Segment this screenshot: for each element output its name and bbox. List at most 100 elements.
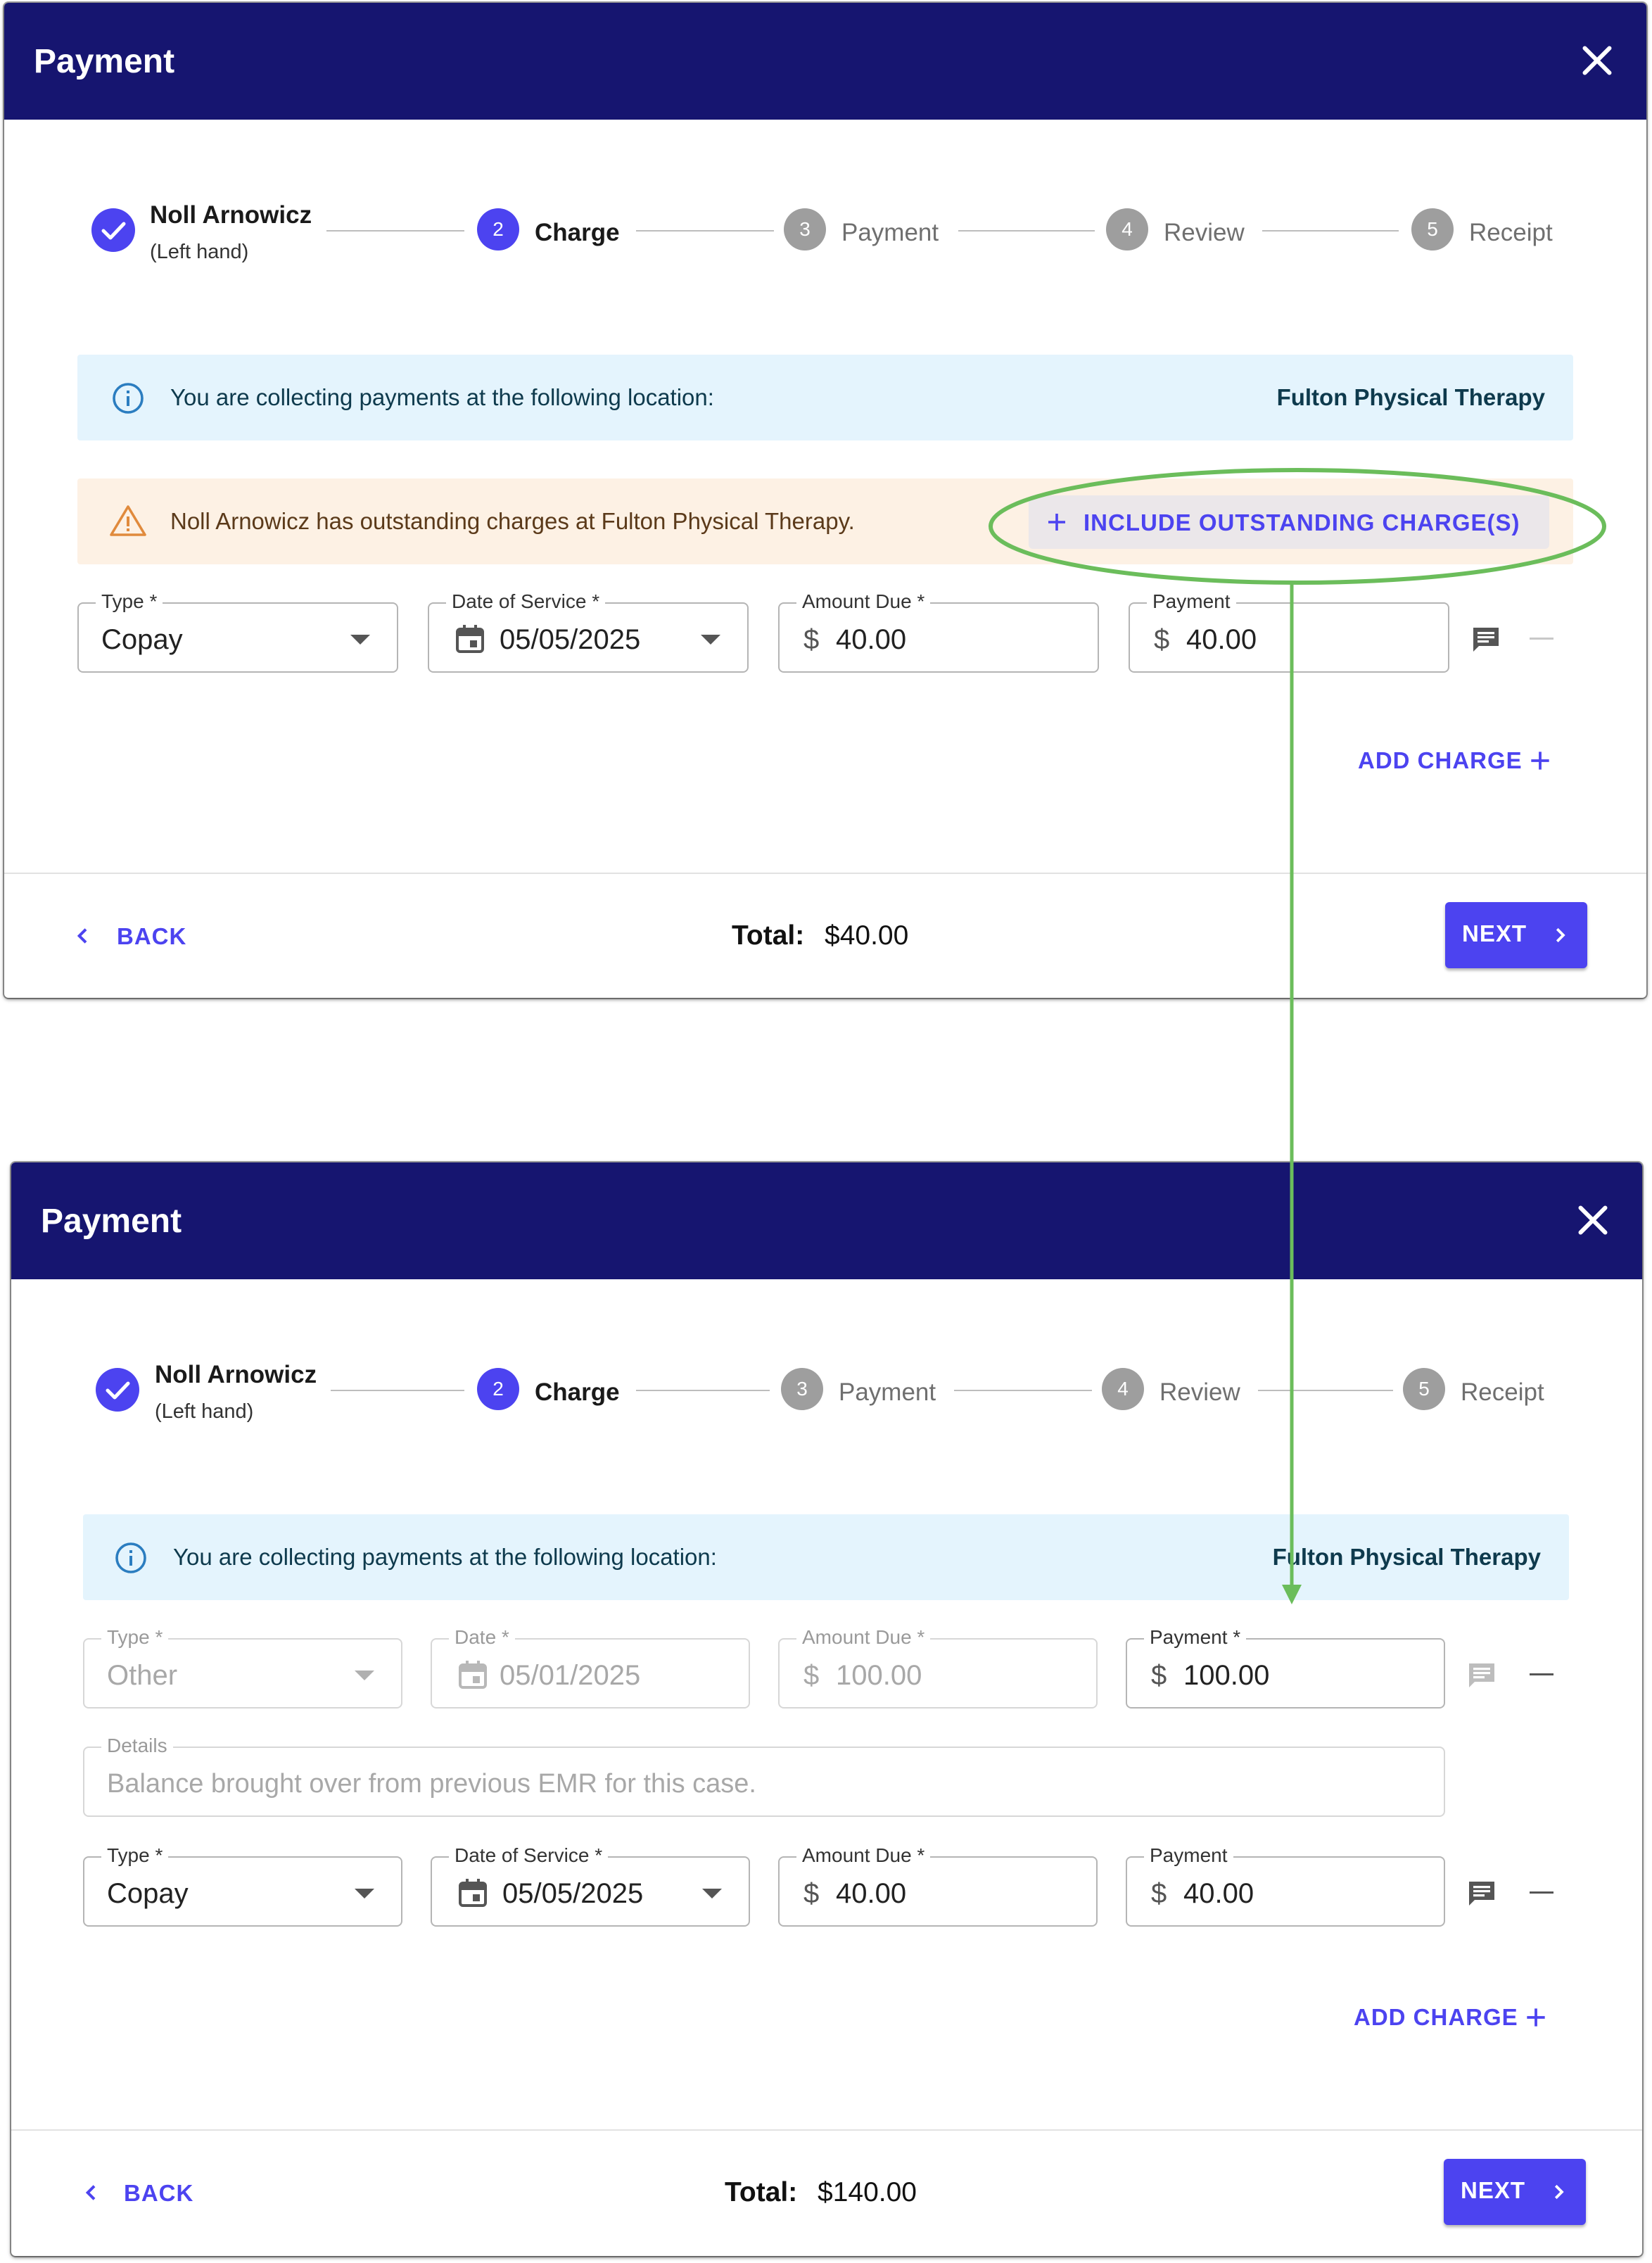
location-info-banner: You are collecting payments at the follo… [83,1514,1569,1600]
field-label: Payment [1147,590,1236,614]
field-value: 100.00 [836,1660,922,1691]
step-connector [1258,1390,1393,1391]
outstanding-warning-banner: Noll Arnowicz has outstanding charges at… [77,478,1573,564]
amount-due-field[interactable]: Amount Due * $ 40.00 [778,590,1099,673]
plus-icon[interactable] [1527,747,1553,774]
outstanding-payment-field[interactable]: Payment * $ 100.00 [1126,1625,1445,1709]
step-connector [958,230,1095,232]
info-text: You are collecting payments at the follo… [170,384,714,410]
currency-symbol: $ [803,1660,820,1691]
field-value: 40.00 [1186,624,1257,655]
charge-type-select[interactable]: Type * Copay [83,1844,402,1927]
next-button[interactable]: NEXT [1444,2159,1586,2225]
field-value: 40.00 [1183,1878,1254,1909]
payment-dialog-after: Payment Noll Arnowicz (Left hand) 2 Char… [11,1162,1642,2256]
location-name: Fulton Physical Therapy [1276,384,1545,410]
step-label-receipt: Receipt [1469,219,1553,246]
next-label: NEXT [1461,2177,1526,2203]
calendar-icon [459,1661,487,1689]
remove-charge-icon[interactable] [1530,1673,1553,1675]
field-label: Date * [449,1625,515,1649]
close-icon[interactable] [1576,39,1618,82]
step-label-charge: Charge [535,1378,620,1406]
field-label: Date of Service * [449,1844,609,1868]
plus-icon[interactable] [1523,2004,1549,2031]
step-label-payment: Payment [841,219,939,246]
dialog-title: Payment [34,43,175,80]
field-value: 05/01/2025 [500,1660,641,1691]
location-name: Fulton Physical Therapy [1272,1544,1541,1570]
total-label: Total: [732,920,805,951]
check-circle-icon [91,208,135,252]
dialog-header: Payment [11,1162,1642,1279]
field-label: Payment [1144,1844,1233,1868]
date-of-service-field[interactable]: Date of Service * 05/05/2025 [431,1844,750,1927]
chevron-down-icon [355,1889,374,1898]
field-value: Copay [101,624,183,655]
info-text: You are collecting payments at the follo… [173,1544,717,1570]
total-value: $40.00 [825,920,909,951]
back-button[interactable]: BACK [124,2180,193,2207]
outstanding-date-field: Date * 05/01/2025 [431,1625,750,1709]
comment-icon [1469,1663,1494,1687]
payment-dialog-before: Payment Noll Arnowicz (Left hand) 2 Char… [4,3,1646,998]
step-patient-name: Noll Arnowicz [155,1361,317,1388]
warning-icon [110,505,146,536]
remove-charge-icon[interactable] [1530,1891,1553,1894]
details-field: Details Balance brought over from previo… [83,1734,1445,1817]
step-connector [326,230,464,232]
field-label: Type * [96,590,163,614]
step-connector [331,1390,464,1391]
field-label: Amount Due * [796,590,931,614]
step-connector [1262,230,1399,232]
info-icon [115,1542,146,1573]
field-label: Amount Due * [796,1625,931,1649]
field-value: 40.00 [836,624,907,655]
info-icon [113,383,144,414]
outstanding-type-select: Type * Other [83,1625,402,1709]
chevron-right-icon [1554,2184,1564,2200]
back-button[interactable]: BACK [117,923,186,950]
step-patient-sub: (Left hand) [155,1400,254,1423]
currency-symbol: $ [803,1878,820,1909]
step-number: 3 [784,208,826,251]
field-value: 05/05/2025 [500,624,641,655]
currency-symbol: $ [1154,624,1170,655]
total-label: Total: [725,2177,798,2207]
field-label: Type * [101,1844,169,1868]
amount-due-field[interactable]: Amount Due * $ 40.00 [778,1844,1098,1927]
field-label: Date of Service * [446,590,606,614]
add-charge-label[interactable]: ADD CHARGE [1354,2004,1518,2031]
comment-icon[interactable] [1465,1876,1499,1910]
step-number: 4 [1102,1368,1144,1410]
payment-field[interactable]: Payment $ 40.00 [1126,1844,1445,1927]
close-icon[interactable] [1572,1199,1614,1241]
include-outstanding-charges-button[interactable]: INCLUDE OUTSTANDING CHARGE(S) [1029,495,1549,549]
add-charge-label[interactable]: ADD CHARGE [1358,747,1523,774]
currency-symbol: $ [1151,1878,1167,1909]
charge-type-select[interactable]: Type * Copay [77,590,398,673]
step-label-payment: Payment [839,1378,936,1406]
payment-field[interactable]: Payment $ 40.00 [1129,590,1449,673]
calendar-icon [456,625,484,653]
remove-charge-icon[interactable] [1530,638,1553,640]
total-value: $140.00 [818,2177,917,2207]
location-info-banner: You are collecting payments at the follo… [77,355,1573,440]
step-number: 4 [1106,208,1148,251]
field-value: 05/05/2025 [502,1878,644,1909]
chevron-left-icon[interactable] [72,925,94,947]
step-number: 3 [781,1368,823,1410]
chevron-down-icon [702,1889,722,1898]
comment-icon[interactable] [1469,622,1503,656]
chevron-left-icon[interactable] [80,2181,103,2204]
step-connector [954,1390,1092,1391]
footer-divider [11,2129,1642,2131]
next-label: NEXT [1462,920,1527,946]
currency-symbol: $ [803,624,820,655]
step-label-charge: Charge [535,219,620,246]
step-label-receipt: Receipt [1461,1378,1544,1406]
next-button[interactable]: NEXT [1445,902,1587,968]
step-patient-name: Noll Arnowicz [150,201,312,229]
step-number: 2 [477,208,519,251]
date-of-service-field[interactable]: Date of Service * 05/05/2025 [428,590,749,673]
